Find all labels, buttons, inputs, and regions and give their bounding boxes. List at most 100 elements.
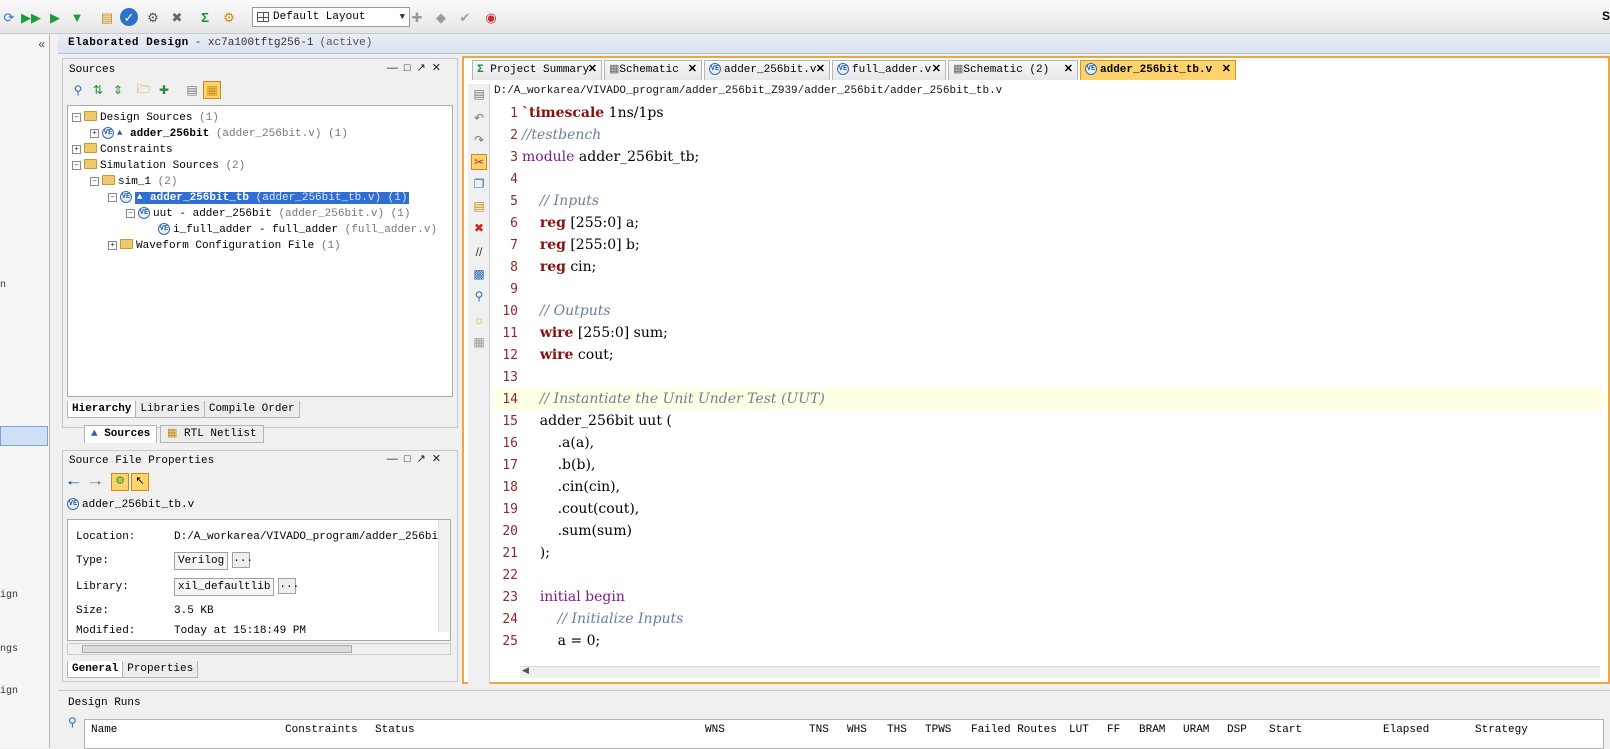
collapse-all-icon[interactable]: ⇅ <box>89 81 107 99</box>
tab-schematic[interactable]: ▦Schematic ✕ <box>604 60 702 80</box>
tab-schematic-2[interactable]: ▦Schematic (2) ✕ <box>948 60 1078 80</box>
col-ths[interactable]: THS <box>887 724 907 736</box>
forward-arrow-icon[interactable]: 🠒 <box>89 473 102 498</box>
layout-select[interactable]: Default Layout ▼ <box>252 7 410 27</box>
collapse-icon[interactable]: – <box>108 192 117 202</box>
collapse-icon[interactable]: – <box>72 160 81 170</box>
maximize-icon[interactable]: □ <box>404 453 417 465</box>
pin-icon[interactable]: ✚ <box>408 8 426 26</box>
tab-full-adder-v[interactable]: VE full_adder.v ✕ <box>832 60 946 80</box>
tab-rtl-netlist[interactable]: ▦ RTL Netlist <box>160 425 264 443</box>
collapse-icon[interactable]: – <box>126 208 135 218</box>
panel-window-buttons[interactable]: —□↗✕ <box>387 61 447 74</box>
tools-icon[interactable]: ✖ <box>168 8 186 26</box>
library-field[interactable]: xil_defaultlib <box>174 578 275 596</box>
close-icon[interactable]: ✕ <box>1064 61 1073 79</box>
tree-tb-selected[interactable]: – VE ▲ adder_256bit_tb (adder_256bit_tb.v) … <box>108 190 410 206</box>
collapse-icon[interactable]: – <box>90 176 99 186</box>
close-icon[interactable]: ✕ <box>588 61 597 79</box>
tree-sim-1[interactable]: – sim_1 (2) <box>90 174 177 190</box>
collapse-icon[interactable]: – <box>72 112 81 122</box>
expand-icon[interactable]: + <box>72 144 81 154</box>
tree-uut[interactable]: – VE uut - adder_256bit (adder_256bit.v) (… <box>126 206 410 222</box>
settings-icon[interactable]: ⚙ <box>144 8 162 26</box>
float-icon[interactable]: ↗ <box>417 453 432 465</box>
flow-item-selected[interactable] <box>0 426 48 446</box>
refresh-icon[interactable]: ⚙ <box>111 473 129 491</box>
tab-project-summary[interactable]: Σ Project Summary ✕ <box>472 60 602 80</box>
find-icon[interactable]: ⚲ <box>471 288 487 304</box>
col-strategy[interactable]: Strategy <box>1475 724 1528 736</box>
tab-libraries[interactable]: Libraries <box>135 401 205 418</box>
prop-value[interactable]: D:/A_workarea/VIVADO_program/adder_256bi… <box>174 531 450 543</box>
flow-item-label[interactable]: ngs <box>0 644 18 655</box>
check-icon[interactable]: ✓ <box>120 8 138 26</box>
close-icon[interactable]: ✕ <box>932 61 941 79</box>
float-icon[interactable]: ↗ <box>417 62 432 74</box>
col-start[interactable]: Start <box>1269 724 1302 736</box>
tab-adder-256bit-v[interactable]: VE adder_256bit.v ✕ <box>704 60 830 80</box>
editor-horizontal-scrollbar[interactable]: ◀ <box>520 665 1600 678</box>
run-icon[interactable]: ▶ <box>46 8 64 26</box>
code-editor[interactable]: 1 `timescale 1ns/1ps 2//testbench 3 module… <box>494 102 1604 664</box>
col-whs[interactable]: WHS <box>847 724 867 736</box>
col-bram[interactable]: BRAM <box>1139 724 1165 736</box>
minimize-icon[interactable]: — <box>387 453 404 465</box>
close-icon[interactable]: ✕ <box>688 61 697 79</box>
tree-sim-sources[interactable]: – Simulation Sources (2) <box>72 158 245 174</box>
show-properties-icon[interactable]: ▦ <box>203 81 221 99</box>
type-browse-button[interactable]: ... <box>232 552 253 569</box>
tree-full-adder[interactable]: VE i_full_adder - full_adder (full_adder.… <box>158 222 437 238</box>
copy-icon[interactable]: ❐ <box>471 176 487 192</box>
library-browse-button[interactable]: ... <box>278 578 299 595</box>
flow-item-label[interactable]: ign <box>0 590 18 601</box>
scroll-left-icon[interactable]: ◀ <box>522 665 529 676</box>
close-icon[interactable]: ✕ <box>432 62 447 74</box>
cut-icon[interactable]: ✂ <box>471 154 487 170</box>
program-device-icon[interactable]: ▤ <box>98 8 116 26</box>
back-arrow-icon[interactable]: 🠐 <box>67 473 80 498</box>
paste-icon[interactable]: ▤ <box>471 198 487 214</box>
tab-adder-256bit-tb-v[interactable]: VE adder_256bit_tb.v ✕ <box>1080 60 1236 80</box>
col-status[interactable]: Status <box>375 724 415 736</box>
template-icon[interactable]: ▦ <box>471 334 487 350</box>
tab-general[interactable]: General <box>67 661 124 678</box>
delete-icon[interactable]: ✖ <box>471 220 487 236</box>
expand-icon[interactable]: + <box>90 128 99 138</box>
debug-icon[interactable]: ◉ <box>482 8 500 26</box>
collapse-icon[interactable]: « <box>38 37 45 51</box>
wand-icon[interactable]: ✔ <box>456 8 474 26</box>
pointer-icon[interactable]: ↖ <box>131 473 149 491</box>
open-folder-icon[interactable]: 🗁 <box>135 81 153 99</box>
close-icon[interactable]: ✕ <box>1222 61 1231 79</box>
flow-item-label[interactable]: n <box>0 280 6 291</box>
col-wns[interactable]: WNS <box>705 724 725 736</box>
comment-icon[interactable]: // <box>471 244 487 260</box>
panel-window-buttons[interactable]: —□↗✕ <box>387 452 447 465</box>
vertical-scrollbar[interactable] <box>438 520 450 632</box>
col-uram[interactable]: URAM <box>1183 724 1209 736</box>
col-lut[interactable]: LUT <box>1069 724 1089 736</box>
add-sources-icon[interactable]: ✚ <box>155 81 173 99</box>
save-icon[interactable]: ▤ <box>471 86 487 102</box>
tree-constraints[interactable]: + Constraints <box>72 142 173 158</box>
select-all-icon[interactable]: ▩ <box>471 266 487 282</box>
sync-icon[interactable]: ⟳ <box>0 8 18 26</box>
horizontal-scrollbar[interactable] <box>67 643 451 655</box>
col-dsp[interactable]: DSP <box>1227 724 1247 736</box>
flow-item-label[interactable]: ign <box>0 686 18 697</box>
tree-adder-top[interactable]: + VE ▲ adder_256bit (adder_256bit.v) (1) <box>90 126 348 142</box>
col-ff[interactable]: FF <box>1107 724 1120 736</box>
lightbulb-icon[interactable]: ☼ <box>471 312 487 328</box>
run-all-icon[interactable]: ▶▶ <box>21 8 41 26</box>
tab-properties[interactable]: Properties <box>122 661 199 678</box>
expand-icon[interactable]: + <box>108 240 117 250</box>
sigma-icon[interactable]: Σ <box>196 8 214 26</box>
tree-design-sources[interactable]: – Design Sources (1) <box>72 110 219 126</box>
type-field[interactable]: Verilog <box>174 552 229 570</box>
minimize-icon[interactable]: — <box>387 62 404 74</box>
tab-sources[interactable]: ▲ Sources <box>84 425 158 443</box>
tab-hierarchy[interactable]: Hierarchy <box>67 401 137 418</box>
scrollbar-thumb[interactable] <box>82 645 352 653</box>
tab-compile-order[interactable]: Compile Order <box>203 401 300 418</box>
